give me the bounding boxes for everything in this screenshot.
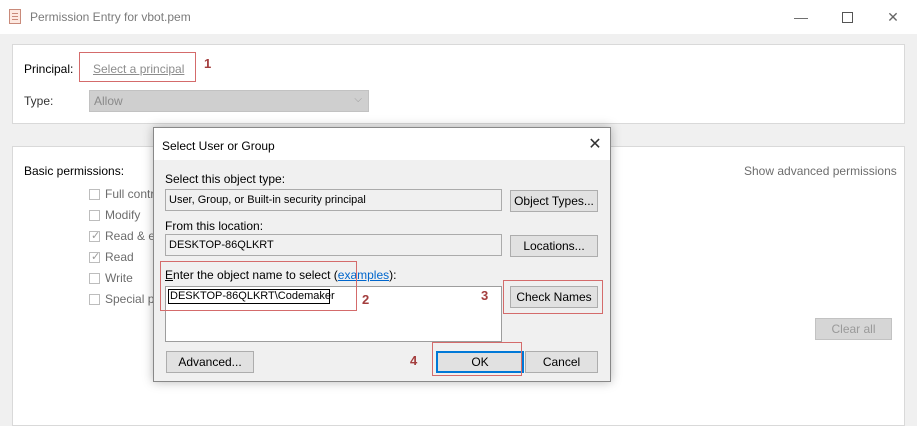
object-type-field: User, Group, or Built-in security princi… [165, 189, 502, 211]
location-label: From this location: [165, 219, 264, 233]
locations-button[interactable]: Locations... [510, 235, 598, 257]
maximize-icon [841, 11, 853, 23]
object-types-button[interactable]: Object Types... [510, 190, 598, 212]
type-select-value: Allow [94, 94, 123, 108]
basic-permissions-label: Basic permissions: [24, 164, 125, 178]
checkbox[interactable] [89, 294, 100, 305]
permission-label: Write [105, 271, 133, 285]
annotation-2: 2 [362, 292, 370, 307]
permission-label: Full contr [105, 187, 155, 201]
close-icon[interactable]: ✕ [585, 134, 605, 154]
permission-label: Modify [105, 208, 141, 222]
minimize-button[interactable]: — [778, 0, 824, 34]
annotation-1: 1 [204, 56, 212, 71]
checkbox[interactable]: ✓ [89, 230, 101, 242]
type-label: Type: [24, 94, 54, 108]
document-icon [9, 9, 21, 24]
checkbox[interactable] [89, 189, 100, 200]
location-field: DESKTOP-86QLKRT [165, 234, 502, 256]
close-window-button[interactable]: ✕ [870, 0, 916, 34]
object-type-label: Select this object type: [165, 172, 286, 186]
check-names-highlight-box [503, 280, 603, 314]
clear-all-button[interactable]: Clear all [815, 318, 892, 340]
chevron-down-icon: ⌵ [354, 94, 362, 105]
permission-label: Read & e [105, 229, 156, 243]
advanced-button[interactable]: Advanced... [166, 351, 254, 373]
maximize-button[interactable] [824, 0, 870, 34]
annotation-4: 4 [410, 353, 418, 368]
checkbox[interactable] [89, 210, 100, 221]
ok-highlight-box [432, 342, 522, 376]
checkmark-icon: ✓ [91, 251, 101, 263]
label-end: ): [389, 268, 397, 282]
checkmark-icon: ✓ [91, 230, 101, 242]
checkbox[interactable]: ✓ [89, 251, 101, 263]
permission-label: Read [105, 250, 134, 264]
permission-label: Special p [105, 292, 155, 306]
checkbox[interactable] [89, 273, 100, 284]
dialog-title: Select User or Group [162, 139, 275, 153]
annotation-3: 3 [481, 288, 489, 303]
cancel-button[interactable]: Cancel [525, 351, 598, 373]
principal-highlight-box [79, 52, 196, 82]
type-select[interactable]: Allow ⌵ [89, 90, 369, 112]
location-value: DESKTOP-86QLKRT [169, 239, 274, 251]
object-name-highlight-box [160, 261, 357, 311]
window-title: Permission Entry for vbot.pem [30, 10, 191, 24]
show-advanced-permissions-link[interactable]: Show advanced permissions [744, 164, 897, 178]
object-type-value: User, Group, or Built-in security princi… [169, 194, 366, 206]
principal-label: Principal: [24, 62, 74, 76]
